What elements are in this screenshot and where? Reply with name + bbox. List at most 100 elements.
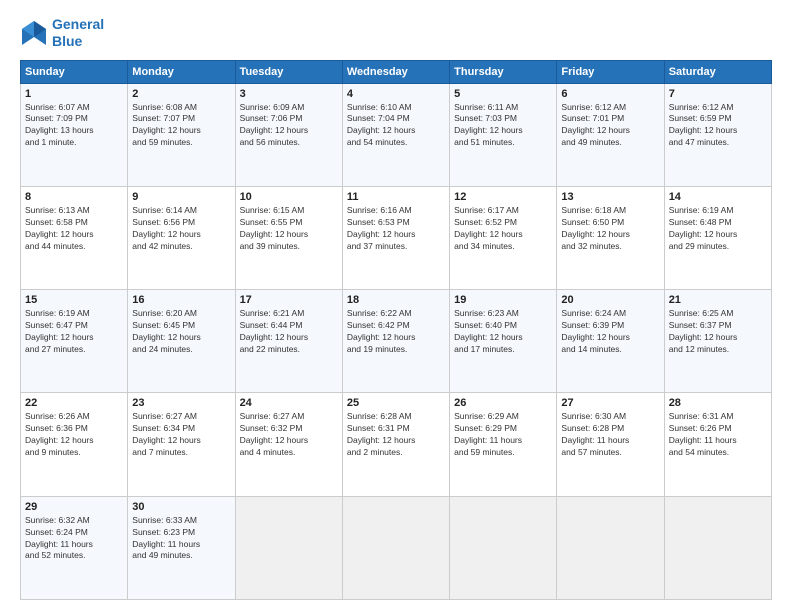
day-number: 19 <box>454 294 552 306</box>
day-info: Sunrise: 6:20 AM Sunset: 6:45 PM Dayligh… <box>132 308 230 356</box>
calendar-cell: 15Sunrise: 6:19 AM Sunset: 6:47 PM Dayli… <box>21 290 128 393</box>
calendar-cell: 1 Sunrise: 6:07 AM Sunset: 7:09 PM Daylig… <box>21 83 128 186</box>
day-number: 7 <box>669 88 767 100</box>
day-info: Sunrise: 6:13 AM Sunset: 6:58 PM Dayligh… <box>25 205 123 253</box>
calendar-cell <box>450 496 557 599</box>
logo-text: General Blue <box>52 16 104 50</box>
day-info: Sunrise: 6:25 AM Sunset: 6:37 PM Dayligh… <box>669 308 767 356</box>
day-info: Sunrise: 6:22 AM Sunset: 6:42 PM Dayligh… <box>347 308 445 356</box>
weekday-header-tuesday: Tuesday <box>235 60 342 83</box>
day-number: 17 <box>240 294 338 306</box>
day-info: Sunrise: 6:24 AM Sunset: 6:39 PM Dayligh… <box>561 308 659 356</box>
calendar-cell <box>664 496 771 599</box>
day-info: Sunrise: 6:07 AM Sunset: 7:09 PM Dayligh… <box>25 102 123 150</box>
day-number: 6 <box>561 88 659 100</box>
day-info: Sunrise: 6:32 AM Sunset: 6:24 PM Dayligh… <box>25 515 123 563</box>
calendar-cell: 23 Sunrise: 6:27 AM Sunset: 6:34 PM Dayli… <box>128 393 235 496</box>
day-number: 28 <box>669 397 767 409</box>
calendar-cell: 24 Sunrise: 6:27 AM Sunset: 6:32 PM Dayli… <box>235 393 342 496</box>
day-number: 13 <box>561 191 659 203</box>
day-info: Sunrise: 6:27 AM Sunset: 6:32 PM Dayligh… <box>240 411 338 459</box>
calendar-cell: 10 Sunrise: 6:15 AM Sunset: 6:55 PM Dayli… <box>235 186 342 289</box>
day-info: Sunrise: 6:27 AM Sunset: 6:34 PM Dayligh… <box>132 411 230 459</box>
day-info: Sunrise: 6:26 AM Sunset: 6:36 PM Dayligh… <box>25 411 123 459</box>
weekday-header-thursday: Thursday <box>450 60 557 83</box>
day-info: Sunrise: 6:28 AM Sunset: 6:31 PM Dayligh… <box>347 411 445 459</box>
calendar-cell: 26 Sunrise: 6:29 AM Sunset: 6:29 PM Dayli… <box>450 393 557 496</box>
calendar-cell: 8 Sunrise: 6:13 AM Sunset: 6:58 PM Daylig… <box>21 186 128 289</box>
calendar-cell: 2 Sunrise: 6:08 AM Sunset: 7:07 PM Daylig… <box>128 83 235 186</box>
day-number: 20 <box>561 294 659 306</box>
calendar-cell <box>557 496 664 599</box>
calendar-cell: 7 Sunrise: 6:12 AM Sunset: 6:59 PM Daylig… <box>664 83 771 186</box>
day-info: Sunrise: 6:33 AM Sunset: 6:23 PM Dayligh… <box>132 515 230 563</box>
calendar-cell: 6 Sunrise: 6:12 AM Sunset: 7:01 PM Daylig… <box>557 83 664 186</box>
calendar-cell: 20 Sunrise: 6:24 AM Sunset: 6:39 PM Dayli… <box>557 290 664 393</box>
calendar-cell: 16 Sunrise: 6:20 AM Sunset: 6:45 PM Dayli… <box>128 290 235 393</box>
day-info: Sunrise: 6:16 AM Sunset: 6:53 PM Dayligh… <box>347 205 445 253</box>
day-number: 14 <box>669 191 767 203</box>
weekday-header-monday: Monday <box>128 60 235 83</box>
day-number: 25 <box>347 397 445 409</box>
calendar-cell: 3Sunrise: 6:09 AM Sunset: 7:06 PM Daylig… <box>235 83 342 186</box>
day-info: Sunrise: 6:15 AM Sunset: 6:55 PM Dayligh… <box>240 205 338 253</box>
day-number: 26 <box>454 397 552 409</box>
calendar-cell: 12 Sunrise: 6:17 AM Sunset: 6:52 PM Dayli… <box>450 186 557 289</box>
calendar-cell: 21Sunrise: 6:25 AM Sunset: 6:37 PM Dayli… <box>664 290 771 393</box>
day-number: 24 <box>240 397 338 409</box>
day-info: Sunrise: 6:08 AM Sunset: 7:07 PM Dayligh… <box>132 102 230 150</box>
calendar-cell: 28 Sunrise: 6:31 AM Sunset: 6:26 PM Dayli… <box>664 393 771 496</box>
day-number: 8 <box>25 191 123 203</box>
calendar-cell: 29Sunrise: 6:32 AM Sunset: 6:24 PM Dayli… <box>21 496 128 599</box>
calendar-cell: 22Sunrise: 6:26 AM Sunset: 6:36 PM Dayli… <box>21 393 128 496</box>
day-number: 23 <box>132 397 230 409</box>
logo: General Blue <box>20 16 104 50</box>
day-number: 4 <box>347 88 445 100</box>
day-info: Sunrise: 6:31 AM Sunset: 6:26 PM Dayligh… <box>669 411 767 459</box>
day-number: 3 <box>240 88 338 100</box>
day-info: Sunrise: 6:29 AM Sunset: 6:29 PM Dayligh… <box>454 411 552 459</box>
calendar-cell: 4 Sunrise: 6:10 AM Sunset: 7:04 PM Daylig… <box>342 83 449 186</box>
day-number: 16 <box>132 294 230 306</box>
calendar-cell: 18 Sunrise: 6:22 AM Sunset: 6:42 PM Dayli… <box>342 290 449 393</box>
calendar-week-row: 15Sunrise: 6:19 AM Sunset: 6:47 PM Dayli… <box>21 290 772 393</box>
calendar-cell: 9Sunrise: 6:14 AM Sunset: 6:56 PM Daylig… <box>128 186 235 289</box>
weekday-header-row: SundayMondayTuesdayWednesdayThursdayFrid… <box>21 60 772 83</box>
day-info: Sunrise: 6:11 AM Sunset: 7:03 PM Dayligh… <box>454 102 552 150</box>
calendar-cell: 19 Sunrise: 6:23 AM Sunset: 6:40 PM Dayli… <box>450 290 557 393</box>
calendar-week-row: 1 Sunrise: 6:07 AM Sunset: 7:09 PM Daylig… <box>21 83 772 186</box>
calendar-cell: 25 Sunrise: 6:28 AM Sunset: 6:31 PM Dayli… <box>342 393 449 496</box>
calendar-cell: 14Sunrise: 6:19 AM Sunset: 6:48 PM Dayli… <box>664 186 771 289</box>
day-number: 27 <box>561 397 659 409</box>
day-number: 10 <box>240 191 338 203</box>
day-info: Sunrise: 6:10 AM Sunset: 7:04 PM Dayligh… <box>347 102 445 150</box>
weekday-header-friday: Friday <box>557 60 664 83</box>
day-number: 18 <box>347 294 445 306</box>
day-info: Sunrise: 6:23 AM Sunset: 6:40 PM Dayligh… <box>454 308 552 356</box>
day-info: Sunrise: 6:18 AM Sunset: 6:50 PM Dayligh… <box>561 205 659 253</box>
day-number: 11 <box>347 191 445 203</box>
day-info: Sunrise: 6:12 AM Sunset: 7:01 PM Dayligh… <box>561 102 659 150</box>
calendar-week-row: 8 Sunrise: 6:13 AM Sunset: 6:58 PM Daylig… <box>21 186 772 289</box>
day-info: Sunrise: 6:17 AM Sunset: 6:52 PM Dayligh… <box>454 205 552 253</box>
day-number: 15 <box>25 294 123 306</box>
calendar-week-row: 22Sunrise: 6:26 AM Sunset: 6:36 PM Dayli… <box>21 393 772 496</box>
calendar-cell: 27Sunrise: 6:30 AM Sunset: 6:28 PM Dayli… <box>557 393 664 496</box>
calendar-table: SundayMondayTuesdayWednesdayThursdayFrid… <box>20 60 772 600</box>
calendar-cell <box>235 496 342 599</box>
day-number: 5 <box>454 88 552 100</box>
day-number: 1 <box>25 88 123 100</box>
day-number: 30 <box>132 501 230 513</box>
day-number: 12 <box>454 191 552 203</box>
calendar-cell: 30 Sunrise: 6:33 AM Sunset: 6:23 PM Dayli… <box>128 496 235 599</box>
calendar-cell: 5 Sunrise: 6:11 AM Sunset: 7:03 PM Daylig… <box>450 83 557 186</box>
day-number: 2 <box>132 88 230 100</box>
day-info: Sunrise: 6:14 AM Sunset: 6:56 PM Dayligh… <box>132 205 230 253</box>
logo-icon <box>20 19 48 47</box>
weekday-header-sunday: Sunday <box>21 60 128 83</box>
weekday-header-saturday: Saturday <box>664 60 771 83</box>
day-info: Sunrise: 6:12 AM Sunset: 6:59 PM Dayligh… <box>669 102 767 150</box>
calendar-week-row: 29Sunrise: 6:32 AM Sunset: 6:24 PM Dayli… <box>21 496 772 599</box>
calendar-cell: 17Sunrise: 6:21 AM Sunset: 6:44 PM Dayli… <box>235 290 342 393</box>
page: General Blue SundayMondayTuesdayWednesda… <box>0 0 792 612</box>
